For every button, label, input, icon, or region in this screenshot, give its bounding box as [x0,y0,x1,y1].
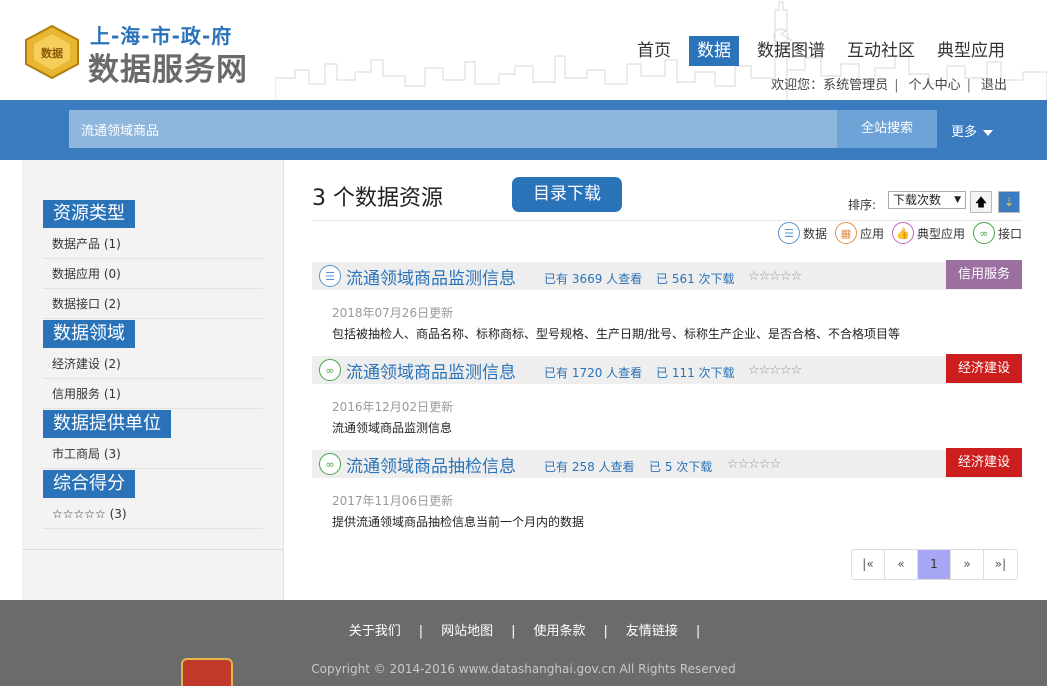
filter-item[interactable]: 经济建设 (2) [43,349,263,379]
sort-desc-button[interactable]: 🡅 [970,191,992,213]
arrow-down-icon: ⇣ [1003,195,1015,209]
nav-community[interactable]: 互动社区 [843,36,919,66]
nav-data-graph[interactable]: 数据图谱 [753,36,829,66]
arrow-up-icon: 🡅 [974,195,988,209]
main-nav: 首页 数据 数据图谱 互动社区 典型应用 [619,36,1009,66]
filter-item[interactable]: 数据产品 (1) [43,229,263,259]
download-count: 已 111 次下载 [656,366,735,380]
filter-title-resource-type: 资源类型 [43,200,135,228]
filter-item[interactable]: 信用服务 (1) [43,379,263,409]
rating-stars: ☆☆☆☆☆ [748,269,802,284]
pager-next[interactable]: » [951,550,984,579]
link-icon: ∞ [973,222,995,244]
results-panel: 3 个数据资源 目录下载 排序: 下载次数 ▼ 🡅 ⇣ ☰ 数据 ▦ 应用 👍 典型应用… [312,160,1022,600]
legend-label: 数据 [803,226,828,241]
header-divider [312,220,1022,221]
view-count: 已有 258 人查看 [544,460,635,474]
rating-stars: ☆☆☆☆☆ [748,363,802,378]
link-icon: ∞ [319,453,341,475]
legend-label: 典型应用 [917,226,966,241]
site-search-button[interactable]: 全站搜索 [837,110,937,148]
footer-link-about[interactable]: 关于我们 [349,624,401,639]
site-header: 数据 上-海-市-政-府 数据服务网 首页 数据 数据图谱 互动社区 典型应用 … [0,0,1047,100]
more-dropdown[interactable]: 更多 [951,121,994,140]
legend-data: ☰ 数据 [778,222,827,244]
sidebar-divider [22,549,284,550]
logo-emblem: 数据 [25,24,79,80]
legend-label: 接口 [998,226,1023,241]
filter-title-score: 综合得分 [43,470,135,498]
result-description: 包括被抽检人、商品名称、标称商标、型号规格、生产日期/批号、标称生产企业、是否合… [332,327,901,341]
user-bar: 欢迎您：系统管理员 | 个人中心 | 退出 [771,78,1007,93]
sort-asc-button[interactable]: ⇣ [998,191,1020,213]
svg-text:数据: 数据 [41,46,63,60]
update-date: 2016年12月02日更新 [332,400,454,414]
download-count: 已 5 次下载 [649,460,713,474]
rating-stars: ☆☆☆☆☆ [727,457,781,472]
pagination: |« « 1 » »| [851,549,1018,580]
result-description: 流通领域商品监测信息 [332,421,453,435]
view-count: 已有 3669 人查看 [544,272,643,286]
result-title-link[interactable]: 流通领域商品抽检信息 [346,452,516,477]
link-icon: ∞ [319,359,341,381]
logout-link[interactable]: 退出 [981,78,1007,93]
view-count: 已有 1720 人查看 [544,366,643,380]
filter-item[interactable]: 数据接口 (2) [43,289,263,319]
nav-data[interactable]: 数据 [689,36,739,66]
pager-prev[interactable]: « [885,550,918,579]
pager-first[interactable]: |« [852,550,885,579]
pager-current[interactable]: 1 [918,550,951,579]
result-item-header: ☰ 流通领域商品监测信息 已有 3669 人查看 已 561 次下载 ☆☆☆☆☆… [312,260,1022,290]
nav-applications[interactable]: 典型应用 [933,36,1009,66]
footer-link-sitemap[interactable]: 网站地图 [441,624,493,639]
legend-api: ∞ 接口 [973,222,1022,244]
legend-label: 应用 [860,226,885,241]
result-title-link[interactable]: 流通领域商品监测信息 [346,264,516,289]
footer-links: 关于我们 | 网站地图 | 使用条款 | 友情链接 | [348,624,701,639]
pager-last[interactable]: »| [984,550,1017,579]
search-input[interactable] [69,110,837,148]
nav-home[interactable]: 首页 [633,36,675,66]
domain-tag[interactable]: 信用服务 [946,260,1022,289]
legend-app: ▦ 应用 [835,222,884,244]
caret-down-icon [983,129,994,136]
user-center-link[interactable]: 个人中心 [909,78,961,93]
filter-title-domain: 数据领域 [43,320,135,348]
logo-title-line2: 数据服务网 [88,52,248,88]
site-footer: 关于我们 | 网站地图 | 使用条款 | 友情链接 | Copyright © 2014-20… [0,600,1047,686]
government-badge-icon [181,658,233,686]
footer-link-terms[interactable]: 使用条款 [534,624,586,639]
filter-item[interactable]: 数据应用 (0) [43,259,263,289]
legend-typical-app: 👍 典型应用 [892,222,965,244]
app-icon: ▦ [835,222,857,244]
more-label: 更多 [951,125,978,140]
content-area: 资源类型 数据产品 (1) 数据应用 (0) 数据接口 (2) 数据领域 经济建… [0,160,1047,600]
search-bar: 全站搜索 更多 [0,100,1047,160]
footer-link-friends[interactable]: 友情链接 [626,624,678,639]
domain-tag[interactable]: 经济建设 [946,448,1022,477]
domain-tag[interactable]: 经济建设 [946,354,1022,383]
filter-sidebar: 资源类型 数据产品 (1) 数据应用 (0) 数据接口 (2) 数据领域 经济建… [22,160,284,600]
sort-select[interactable]: 下载次数 ▼ [888,191,966,209]
filter-title-provider: 数据提供单位 [43,410,171,438]
result-description: 提供流通领域商品抽检信息当前一个月内的数据 [332,515,585,529]
result-count: 3 个数据资源 [312,186,443,211]
sort-label: 排序: [848,198,877,212]
sort-value: 下载次数 [893,193,942,207]
update-date: 2018年07月26日更新 [332,306,454,320]
catalog-download-button[interactable]: 目录下载 [512,177,622,212]
update-date: 2017年11月06日更新 [332,494,454,508]
filter-item[interactable]: 市工商局 (3) [43,439,263,469]
welcome-text: 欢迎您：系统管理员 [771,78,889,93]
thumbs-up-icon: 👍 [892,222,914,244]
copyright-text: Copyright © 2014-2016 www.datashanghai.g… [311,662,736,676]
data-icon: ☰ [778,222,800,244]
result-title-link[interactable]: 流通领域商品监测信息 [346,358,516,383]
data-icon: ☰ [319,265,341,287]
filter-item[interactable]: ☆☆☆☆☆ (3) [43,499,263,529]
result-item-header: ∞ 流通领域商品抽检信息 已有 258 人查看 已 5 次下载 ☆☆☆☆☆ 经济… [312,448,1022,478]
dropdown-arrow-icon: ▼ [954,195,961,205]
download-count: 已 561 次下载 [656,272,735,286]
result-item-header: ∞ 流通领域商品监测信息 已有 1720 人查看 已 111 次下载 ☆☆☆☆☆… [312,354,1022,384]
